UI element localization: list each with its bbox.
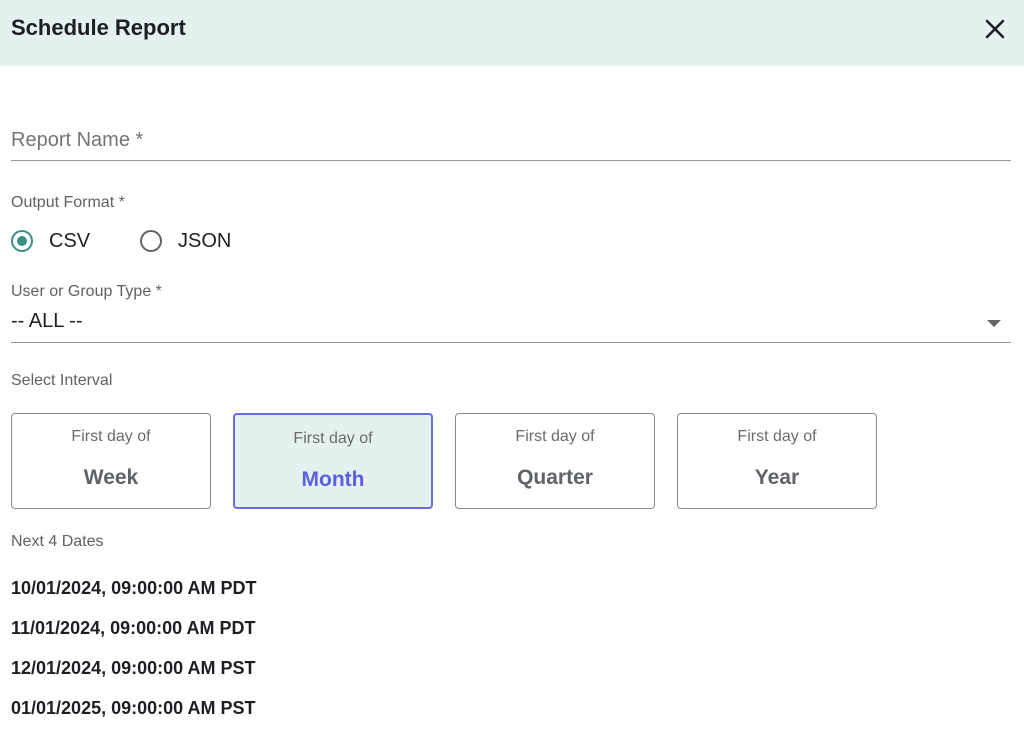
radio-csv[interactable]: CSV: [11, 226, 90, 256]
dialog-header: Schedule Report: [0, 0, 1024, 66]
interval-name: Quarter: [517, 466, 593, 489]
next-date-item: 11/01/2024, 09:00:00 AM PDT: [11, 618, 256, 638]
interval-week[interactable]: First day of Week: [11, 413, 211, 509]
caret-down-icon: [987, 320, 1001, 327]
report-name-input[interactable]: Report Name *: [11, 122, 1011, 161]
interval-prefix: First day of: [515, 428, 595, 445]
interval-quarter[interactable]: First day of Quarter: [455, 413, 655, 509]
interval-prefix: First day of: [293, 430, 373, 447]
user-group-value: -- ALL --: [11, 310, 83, 332]
next-date-item: 01/01/2025, 09:00:00 AM PST: [11, 698, 256, 718]
interval-name: Month: [301, 468, 365, 491]
interval-prefix: First day of: [737, 428, 817, 445]
close-button[interactable]: [980, 14, 1010, 44]
user-group-label: User or Group Type *: [11, 283, 162, 300]
next-date-item: 10/01/2024, 09:00:00 AM PDT: [11, 578, 257, 598]
select-interval-label: Select Interval: [11, 372, 113, 389]
radio-json-label: JSON: [178, 229, 232, 252]
radio-unchecked-icon: [140, 230, 162, 252]
interval-month[interactable]: First day of Month: [233, 413, 433, 509]
dialog-title: Schedule Report: [11, 15, 186, 40]
interval-prefix: First day of: [71, 428, 151, 445]
interval-name: Week: [83, 466, 139, 489]
output-format-label: Output Format *: [11, 194, 125, 211]
next-date-item: 12/01/2024, 09:00:00 AM PST: [11, 658, 256, 678]
next-dates-label: Next 4 Dates: [11, 533, 104, 550]
close-icon: [985, 19, 1005, 39]
radio-csv-label: CSV: [49, 229, 91, 252]
report-name-placeholder: Report Name *: [11, 129, 144, 151]
user-group-select[interactable]: -- ALL --: [11, 306, 1011, 343]
interval-name: Year: [754, 466, 800, 489]
radio-checked-icon: [11, 230, 33, 252]
interval-year[interactable]: First day of Year: [677, 413, 877, 509]
radio-json[interactable]: JSON: [140, 226, 231, 256]
